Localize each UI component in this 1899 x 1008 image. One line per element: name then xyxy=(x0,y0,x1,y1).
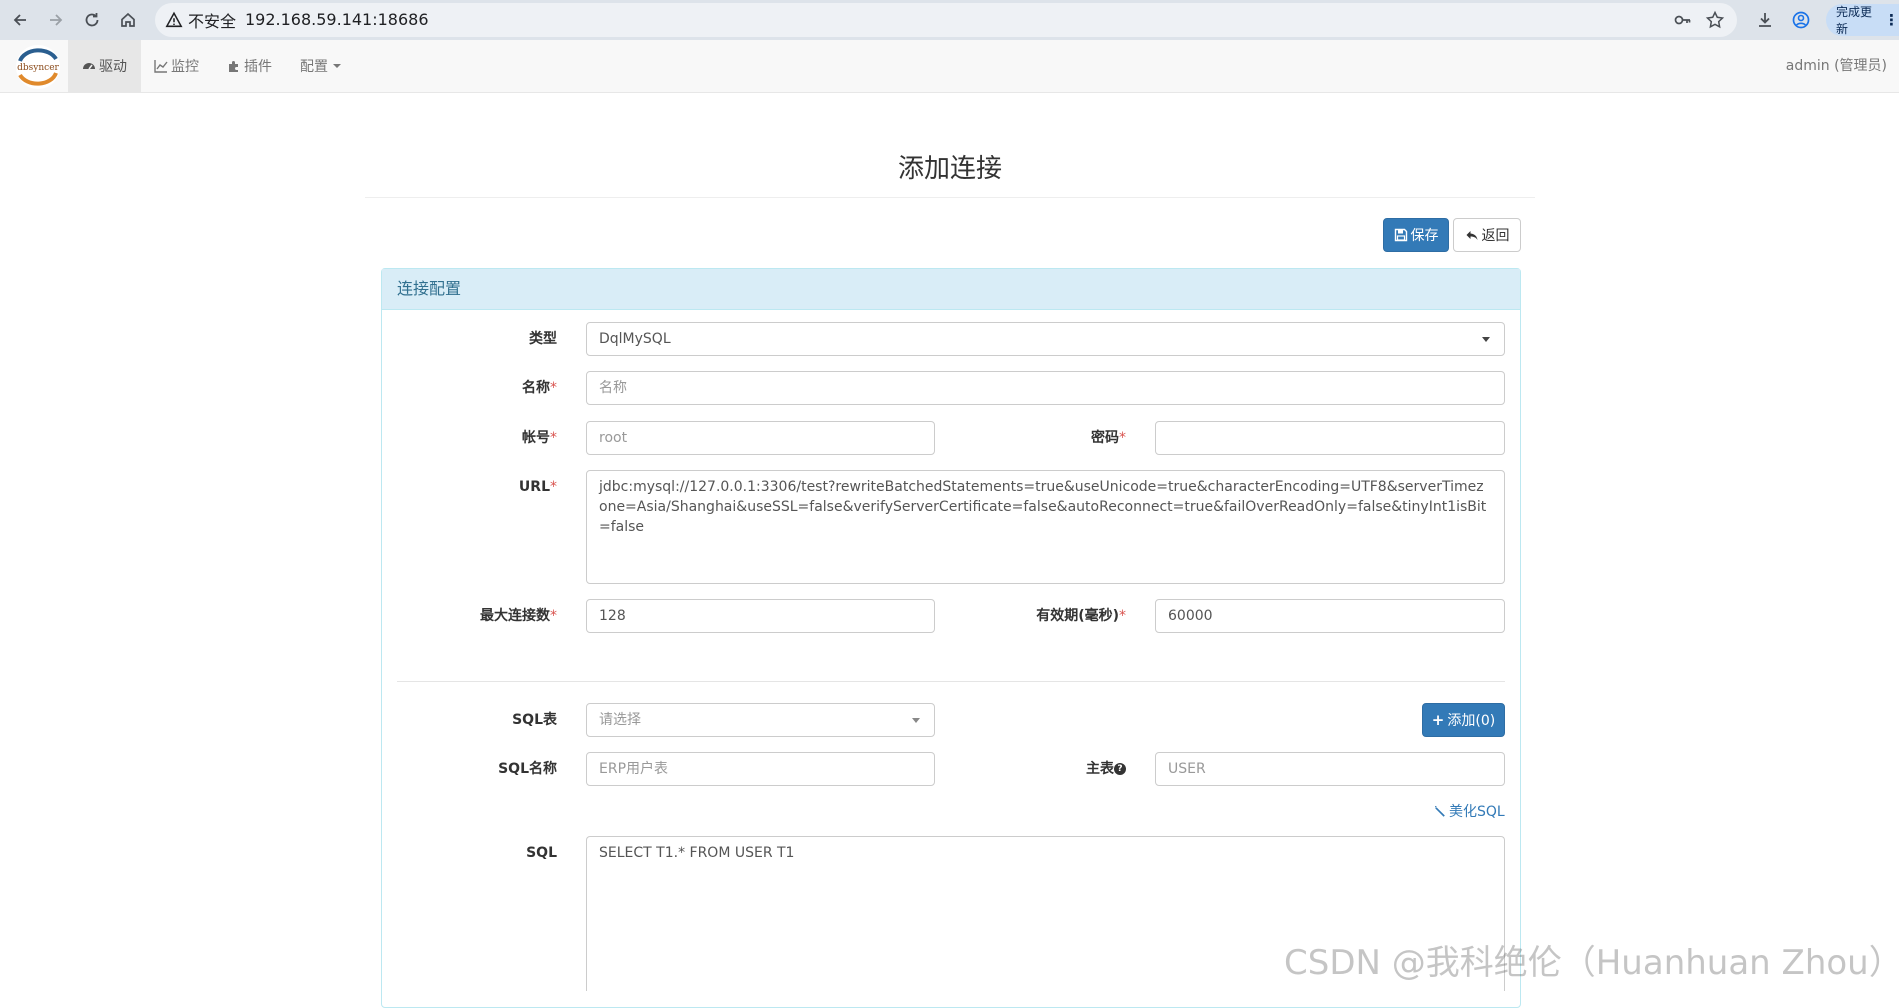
browser-toolbar: 不安全 192.168.59.141:18686 完成更新 ⋮ xyxy=(0,0,1899,41)
validity-label: 有效期(毫秒)* xyxy=(1036,608,1126,624)
more-vert-icon: ⋮ xyxy=(1884,11,1899,29)
beautify-sql-link[interactable]: 美化SQL xyxy=(1434,801,1505,821)
max-connections-label: 最大连接数* xyxy=(480,608,557,624)
save-label: 保存 xyxy=(1410,228,1439,244)
dropdown-caret-icon xyxy=(912,718,920,723)
nav-item-driver[interactable]: 驱动 xyxy=(68,40,141,92)
url-text[interactable]: 192.168.59.141:18686 xyxy=(245,3,429,37)
plus-icon: + xyxy=(1431,711,1445,729)
address-bar[interactable]: 不安全 192.168.59.141:18686 xyxy=(155,3,1737,37)
security-label: 不安全 xyxy=(188,12,237,31)
sql-table-placeholder: 请选择 xyxy=(599,712,641,728)
back-arrow-icon[interactable] xyxy=(4,4,36,36)
validity-input[interactable]: 60000 xyxy=(1155,599,1505,633)
main-table-input[interactable]: USER xyxy=(1155,752,1505,786)
question-circle-icon[interactable]: ? xyxy=(1114,763,1126,775)
bookmark-star-icon[interactable] xyxy=(1705,10,1725,30)
user-menu[interactable]: admin (管理员) xyxy=(1786,40,1887,92)
nav-item-config[interactable]: 配置 xyxy=(286,40,355,92)
type-select[interactable]: DqlMySQL xyxy=(586,322,1505,356)
nav-item-label: 插件 xyxy=(244,59,272,75)
magic-wand-icon xyxy=(1434,805,1445,817)
sql-name-label: SQL名称 xyxy=(498,761,557,777)
dropdown-caret-icon xyxy=(333,64,341,68)
page-title: 添加连接 xyxy=(897,154,1002,184)
nav-item-label: 监控 xyxy=(171,59,199,75)
nav-item-monitor[interactable]: 监控 xyxy=(140,40,213,92)
nav-item-label: 配置 xyxy=(300,59,328,75)
panel-heading: 连接配置 xyxy=(382,269,1520,310)
dbsyncer-logo[interactable]: dbsyncer xyxy=(14,43,62,91)
download-icon[interactable] xyxy=(1751,6,1779,34)
dashboard-icon xyxy=(83,63,95,70)
watermark: CSDN @我科绝伦（Huanhuan Zhou） xyxy=(1284,943,1899,983)
password-key-icon[interactable] xyxy=(1673,10,1693,30)
save-button[interactable]: 保存 xyxy=(1383,218,1449,252)
sql-name-input[interactable]: ERP用户表 xyxy=(586,752,935,786)
beautify-sql-label: 美化SQL xyxy=(1449,804,1505,820)
account-input[interactable]: root xyxy=(586,421,935,455)
account-label: 帐号* xyxy=(522,430,557,446)
add-sql-button[interactable]: + 添加(0) xyxy=(1422,703,1505,737)
url-textarea[interactable]: jdbc:mysql://127.0.0.1:3306/test?rewrite… xyxy=(586,470,1505,584)
app-navbar: dbsyncer 驱动 监控 插件 配置 admin (管理员) xyxy=(0,40,1899,93)
section-divider xyxy=(397,681,1505,682)
update-label: 完成更新 xyxy=(1836,5,1873,36)
type-select-value: DqlMySQL xyxy=(599,331,671,347)
floppy-disk-icon xyxy=(1394,228,1407,242)
warning-triangle-icon xyxy=(165,11,183,28)
password-label: 密码* xyxy=(1091,430,1126,446)
nav-item-label: 驱动 xyxy=(99,59,127,75)
name-input[interactable]: 名称 xyxy=(586,371,1505,405)
add-sql-label: 添加(0) xyxy=(1447,713,1496,729)
name-label: 名称* xyxy=(522,380,557,396)
max-connections-input[interactable]: 128 xyxy=(586,599,935,633)
url-label: URL* xyxy=(518,479,557,495)
forward-arrow-icon[interactable] xyxy=(40,4,72,36)
sql-table-label: SQL表 xyxy=(512,712,557,728)
nav-item-plugin[interactable]: 插件 xyxy=(213,40,286,92)
security-indicator[interactable]: 不安全 xyxy=(165,3,236,37)
dropdown-caret-icon xyxy=(1482,337,1490,342)
update-button[interactable]: 完成更新 ⋮ xyxy=(1826,4,1899,36)
sql-label: SQL xyxy=(526,845,557,861)
type-label: 类型 xyxy=(529,331,557,347)
main-table-label: 主表? xyxy=(966,752,1126,786)
logo-text: dbsyncer xyxy=(17,63,59,73)
reload-icon[interactable] xyxy=(76,4,108,36)
title-divider xyxy=(365,197,1535,198)
password-input[interactable] xyxy=(1155,421,1505,455)
line-chart-icon xyxy=(154,60,168,73)
profile-icon[interactable] xyxy=(1787,6,1815,34)
home-icon[interactable] xyxy=(112,4,144,36)
back-label: 返回 xyxy=(1481,228,1510,244)
sql-table-select[interactable]: 请选择 xyxy=(586,703,935,737)
back-button[interactable]: 返回 xyxy=(1453,218,1521,252)
reply-arrow-icon xyxy=(1466,231,1477,240)
puzzle-icon xyxy=(229,61,238,72)
